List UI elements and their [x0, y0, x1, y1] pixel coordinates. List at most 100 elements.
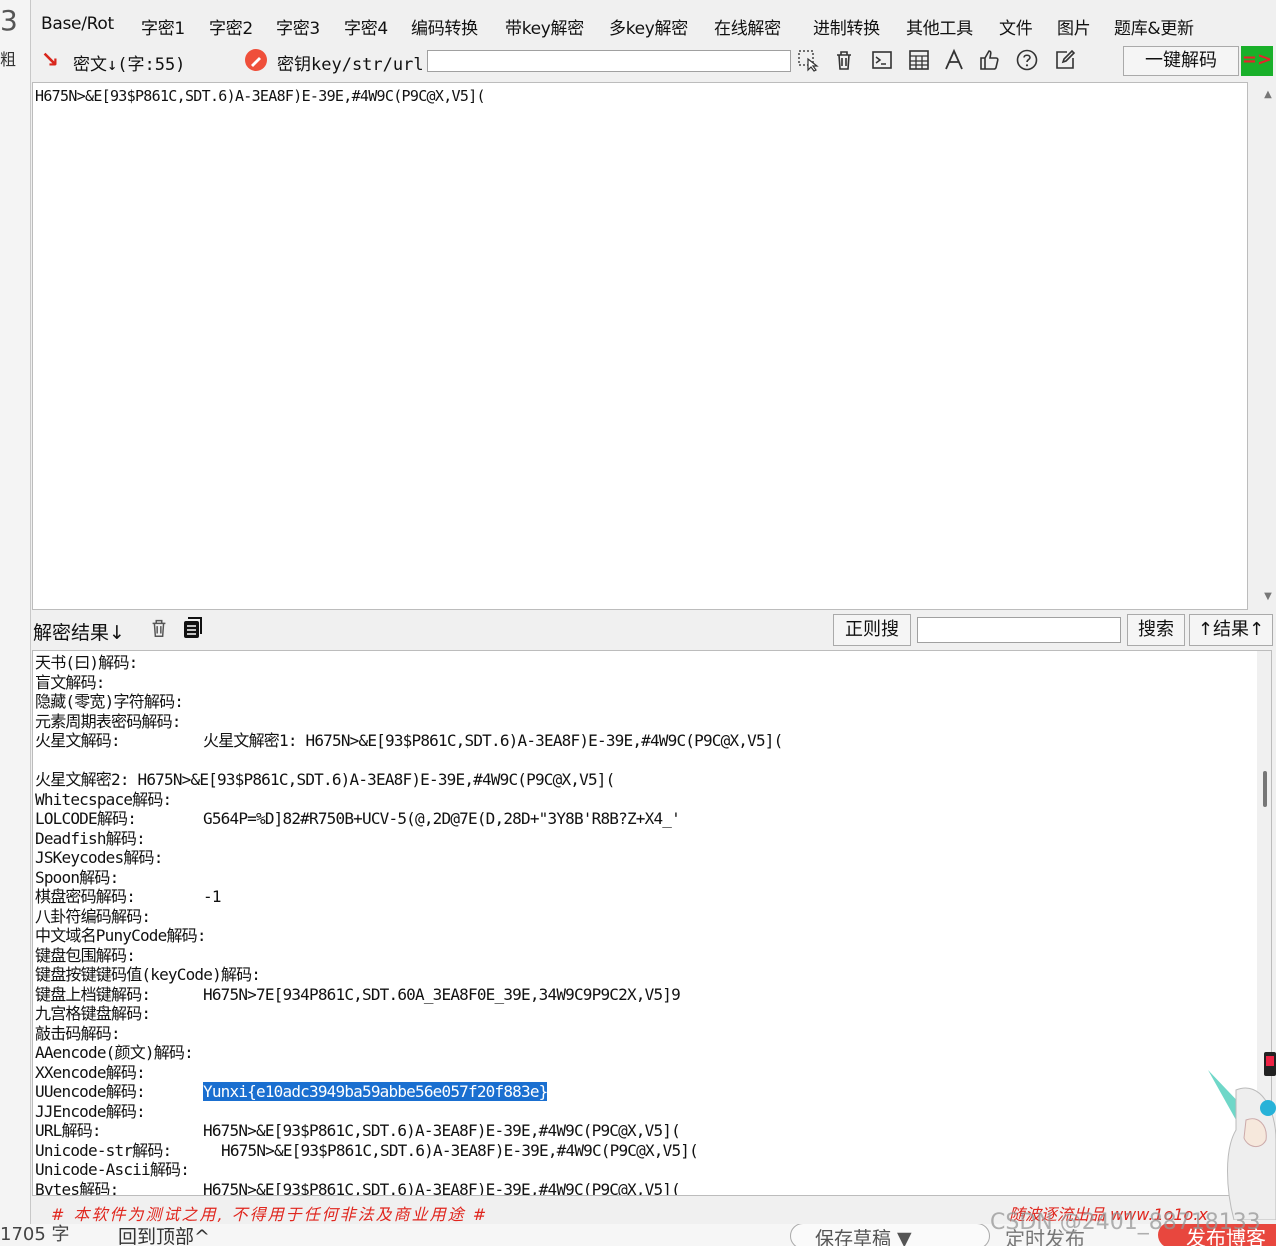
menu-question-bank-update[interactable]: 题库&更新 — [1114, 14, 1194, 39]
result-label: 火星文解码: — [35, 731, 121, 750]
background-editor-edge: 3 粗 — [0, 0, 30, 1246]
scroll-down-arrow-icon[interactable]: ▼ — [1260, 589, 1276, 605]
result-value: 火星文解密1: H675N>&E[93$P861C,SDT.6)A-3EA8F)… — [203, 731, 783, 750]
menu-base-rot[interactable]: Base/Rot — [41, 14, 114, 34]
scroll-up-arrow-icon[interactable]: ▲ — [1260, 87, 1276, 103]
transfer-arrow-button[interactable]: => — [1241, 46, 1273, 76]
menu-other-tools[interactable]: 其他工具 — [906, 14, 973, 39]
search-button[interactable]: 搜索 — [1127, 614, 1185, 646]
result-row: Unicode-str解码: H675N>&E[93$P861C,SDT.6)A-… — [35, 1140, 699, 1160]
result-row: 键盘按键键码值(keyCode)解码: — [35, 965, 261, 984]
calculator-icon[interactable] — [906, 48, 932, 74]
menu-image[interactable]: 图片 — [1057, 14, 1091, 39]
result-row: 敲击码解码: — [35, 1024, 121, 1043]
result-label: Bytes解码: — [35, 1179, 119, 1196]
key-icon — [243, 48, 269, 74]
result-row: JSKeycodes解码: — [35, 848, 163, 867]
result-row: 中文域名PunyCode解码: — [35, 926, 207, 945]
legal-warning: # 本软件为测试之用, 不得用于任何非法及商业用途 # — [51, 1205, 489, 1224]
result-label: 键盘上档键解码: — [35, 984, 151, 1004]
menu-base-convert[interactable]: 进制转换 — [813, 14, 880, 39]
result-label: Unicode-str解码: — [35, 1140, 172, 1160]
result-row: AAencode(颜文)解码: — [35, 1043, 194, 1062]
result-row: 键盘包围解码: — [35, 945, 136, 965]
key-label: 密钥key/str/url: — [277, 55, 434, 75]
result-value: H675N>&E[93$P861C,SDT.6)A-3EA8F)E-39E,#4… — [221, 1140, 699, 1160]
result-row: LOLCODE解码: G564P=%D]82#R750B+UCV-5(@,2D@7… — [35, 809, 681, 828]
editor-bold-label: 粗 — [0, 50, 17, 69]
decoder-window: Base/Rot 字密1 字密2 字密3 字密4 编码转换 带key解密 多ke… — [30, 0, 1276, 1224]
menu-zimi-2[interactable]: 字密2 — [209, 14, 253, 39]
result-row: 盲文解码: — [35, 673, 105, 692]
result-label: UUencode解码: — [35, 1082, 146, 1101]
result-value: H675N>&E[93$P861C,SDT.6)A-3EA8F)E-39E,#4… — [203, 1121, 681, 1140]
menu-zimi-1[interactable]: 字密1 — [141, 14, 185, 39]
menu-encoding-convert[interactable]: 编码转换 — [411, 14, 478, 39]
result-row: Whitecspace解码: — [35, 790, 172, 809]
result-label: 键盘包围解码: — [35, 945, 136, 965]
result-row: 隐藏(零宽)字符解码: — [35, 692, 184, 711]
help-icon[interactable] — [1014, 48, 1040, 74]
result-row: Deadfish解码: — [35, 828, 146, 848]
thumbs-up-icon[interactable] — [976, 48, 1002, 74]
result-label: LOLCODE解码: — [35, 809, 137, 828]
menu-multi-key-decrypt[interactable]: 多key解密 — [609, 14, 688, 39]
copy-results-icon[interactable] — [179, 616, 205, 642]
menu-zimi-3[interactable]: 字密3 — [276, 14, 320, 39]
result-row: 八卦符编码解码: — [35, 907, 151, 926]
trash-icon[interactable] — [831, 48, 857, 74]
result-label: 隐藏(零宽)字符解码: — [35, 692, 184, 711]
result-label: 九宫格键盘解码: — [35, 1004, 151, 1023]
menu-key-decrypt[interactable]: 带key解密 — [505, 14, 584, 39]
result-row: URL解码: H675N>&E[93$P861C,SDT.6)A-3EA8F)E-… — [35, 1121, 681, 1140]
console-icon[interactable] — [869, 48, 895, 74]
font-icon[interactable] — [941, 48, 967, 74]
save-draft-button[interactable]: 保存草稿 ▼ — [790, 1223, 990, 1246]
result-label: Spoon解码: — [35, 867, 119, 887]
result-row: 九宫格键盘解码: — [35, 1004, 151, 1023]
ciphertext-textarea[interactable]: H675N>&E[93$P861C,SDT.6)A-3EA8F)E-39E,#4… — [32, 82, 1276, 610]
result-row: 棋盘密码解码: -1 — [35, 887, 221, 906]
result-row: Bytes解码: H675N>&E[93$P861C,SDT.6)A-3EA8F)… — [35, 1179, 681, 1196]
result-row: Spoon解码: — [35, 867, 119, 887]
result-label: 中文域名PunyCode解码: — [35, 926, 207, 945]
result-up-button[interactable]: ↑结果↑ — [1189, 614, 1273, 646]
result-textarea[interactable]: 天书(曰)解码: 盲文解码: 隐藏(零宽)字符解码: 元素周期表密码解码: 火星文解码:… — [32, 650, 1272, 1196]
screen: 3 粗 回到顶部^ 保存草稿 ▼ 定时发布 发布博客 1705 字 Base/R… — [0, 0, 1276, 1246]
result-label: 天书(曰)解码: — [35, 653, 138, 672]
result-scroll-thumb[interactable] — [1263, 771, 1267, 807]
menu-file[interactable]: 文件 — [999, 14, 1033, 39]
menu-bar: Base/Rot 字密1 字密2 字密3 字密4 编码转换 带key解密 多ke… — [31, 0, 1276, 42]
result-row: JJEncode解码: — [35, 1102, 146, 1121]
menu-online-decrypt[interactable]: 在线解密 — [714, 14, 781, 39]
csdn-watermark: CSDN @2401_88718133 — [990, 1210, 1261, 1235]
result-label: 元素周期表密码解码: — [35, 711, 181, 731]
result-title: 解密结果↓ — [33, 622, 125, 644]
result-label: 火星文解密2: H675N>&E[93$P861C,SDT.6)A-3EA8F)… — [35, 770, 615, 789]
result-label: XXencode解码: — [35, 1062, 146, 1082]
result-row: 天书(曰)解码: — [35, 653, 138, 672]
one-click-decode-button[interactable]: 一键解码 — [1123, 46, 1239, 76]
regex-search-button[interactable]: 正则搜 — [833, 614, 911, 646]
result-trash-icon[interactable] — [146, 616, 172, 642]
result-label: JSKeycodes解码: — [35, 848, 163, 867]
cipher-label: 密文↓(字:55) — [73, 55, 186, 75]
result-label: 棋盘密码解码: — [35, 887, 136, 906]
cursor-select-icon[interactable] — [795, 48, 821, 74]
ciphertext-scrollbar[interactable]: ▲ ▼ — [1259, 83, 1276, 609]
result-label: AAencode(颜文)解码: — [35, 1043, 194, 1062]
result-bar: 解密结果↓ 正则搜 搜索 ↑结果↑ — [31, 612, 1276, 648]
key-input[interactable] — [427, 50, 791, 72]
menu-zimi-4[interactable]: 字密4 — [344, 14, 388, 39]
import-icon[interactable]: ↘ — [37, 48, 63, 74]
result-row: 元素周期表密码解码: — [35, 712, 181, 731]
edit-icon[interactable] — [1052, 48, 1078, 74]
result-label: Deadfish解码: — [35, 828, 146, 848]
result-label: 键盘按键键码值(keyCode)解码: — [35, 965, 261, 984]
result-row: 火星文解密2: H675N>&E[93$P861C,SDT.6)A-3EA8F)… — [35, 770, 615, 789]
result-search-input[interactable] — [917, 617, 1121, 643]
back-to-top-link[interactable]: 回到顶部^ — [118, 1222, 210, 1246]
result-label: 盲文解码: — [35, 672, 105, 692]
result-label: URL解码: — [35, 1121, 102, 1140]
result-row: Unicode-Ascii解码: — [35, 1160, 190, 1179]
